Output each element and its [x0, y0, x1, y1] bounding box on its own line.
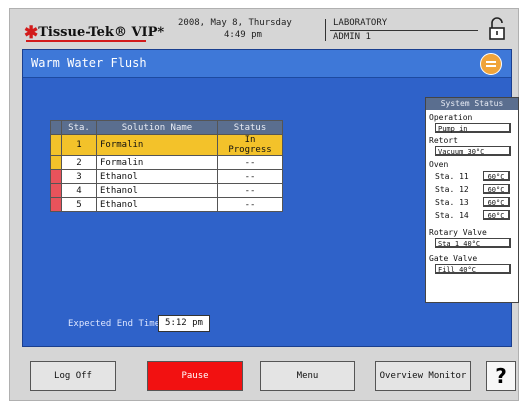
lock-icon[interactable] [486, 16, 508, 42]
retort-value: Vacuum 30°C [435, 146, 511, 156]
row-marker [50, 169, 62, 184]
gate-valve-value: Fill 40°C [435, 264, 511, 274]
status-cell: -- [217, 155, 283, 170]
location-label: LABORATORY [333, 18, 388, 28]
status-cell: -- [217, 169, 283, 184]
oven-station: Sta. 11 [435, 172, 469, 181]
main-panel: Warm Water Flush Sta. Solution Name Stat… [22, 49, 519, 347]
operation-label: Operation [429, 113, 473, 122]
expected-end-label: Expected End Time [68, 319, 161, 329]
logo-underline [26, 40, 146, 42]
table-row[interactable]: 5 Ethanol -- [50, 197, 283, 212]
overview-monitor-button[interactable]: Overview Monitor [375, 361, 471, 391]
row-marker [50, 197, 62, 212]
marker-header [50, 120, 62, 135]
log-off-button[interactable]: Log Off [30, 361, 116, 391]
row-marker [50, 183, 62, 198]
solution-table: Sta. Solution Name Status 1 Formalin In … [50, 120, 283, 212]
expected-end-value: 5:12 pm [158, 315, 210, 332]
brand-suffix: VIP [131, 25, 158, 40]
station-cell: 2 [61, 155, 97, 170]
user-label: ADMIN 1 [333, 32, 371, 42]
oven-label: Oven [429, 160, 449, 169]
status-cell: In Progress [217, 134, 283, 156]
table-row[interactable]: 1 Formalin In Progress [50, 134, 283, 156]
oven-station: Sta. 13 [435, 198, 469, 207]
status-cell: -- [217, 197, 283, 212]
station-cell: 5 [61, 197, 97, 212]
column-header-station: Sta. [61, 120, 97, 135]
oven-station: Sta. 14 [435, 211, 469, 220]
row-marker [50, 155, 62, 170]
pause-button[interactable]: Pause [147, 361, 243, 391]
status-cell: -- [217, 183, 283, 198]
system-status-title: System Status [426, 98, 518, 110]
solution-cell: Ethanol [96, 197, 218, 212]
menu-icon[interactable] [480, 53, 502, 75]
solution-cell: Ethanol [96, 169, 218, 184]
solution-cell: Formalin [96, 155, 218, 170]
brand-logo: ✱Tissue-Tek® VIP* [24, 23, 165, 43]
system-status-panel: System Status Operation Pump in Retort V… [425, 97, 519, 303]
rotary-valve-value: Sta 1 40°C [435, 238, 511, 248]
column-header-solution: Solution Name [96, 120, 218, 135]
oven-station: Sta. 12 [435, 185, 469, 194]
header: ✱Tissue-Tek® VIP* 2008, May 8, Thursday … [10, 9, 518, 47]
help-button[interactable]: ? [486, 361, 516, 391]
column-header-status: Status [217, 120, 283, 135]
table-row[interactable]: 4 Ethanol -- [50, 183, 283, 198]
table-row[interactable]: 2 Formalin -- [50, 155, 283, 170]
app-window: ✱Tissue-Tek® VIP* 2008, May 8, Thursday … [9, 8, 519, 401]
row-marker [50, 134, 62, 156]
location-underline [330, 30, 478, 31]
time-display: 4:49 pm [224, 30, 262, 40]
retort-label: Retort [429, 136, 458, 145]
gate-valve-label: Gate Valve [429, 254, 478, 263]
date-display: 2008, May 8, Thursday [178, 18, 292, 28]
oven-temp: 60°C [483, 197, 510, 207]
header-divider [325, 19, 326, 41]
solution-cell: Formalin [96, 134, 218, 156]
brand-name: Tissue-Tek [38, 25, 114, 40]
rotary-valve-label: Rotary Valve [429, 228, 487, 237]
oven-temp: 60°C [483, 184, 510, 194]
operation-value: Pump in [435, 123, 511, 133]
station-cell: 4 [61, 183, 97, 198]
title-bar: Warm Water Flush [23, 50, 511, 78]
table-row[interactable]: 3 Ethanol -- [50, 169, 283, 184]
oven-temp: 60°C [483, 210, 510, 220]
solution-cell: Ethanol [96, 183, 218, 198]
menu-button[interactable]: Menu [260, 361, 355, 391]
station-cell: 1 [61, 134, 97, 156]
oven-temp: 60°C [483, 171, 510, 181]
station-cell: 3 [61, 169, 97, 184]
screen-title: Warm Water Flush [31, 56, 147, 70]
